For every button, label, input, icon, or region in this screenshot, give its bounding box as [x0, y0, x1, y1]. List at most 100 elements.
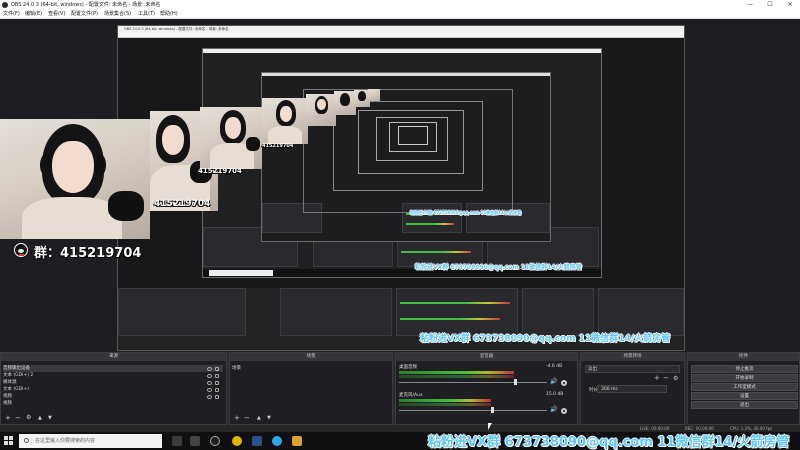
close-button[interactable]: ✕ — [780, 0, 800, 10]
group-number-text: 群：415219704 — [34, 246, 142, 261]
settings-button[interactable]: 设置 — [691, 392, 798, 400]
menu-scene-collection[interactable]: 场景集合(S) — [104, 10, 131, 19]
stop-streaming-button[interactable]: 停止推流 — [691, 365, 798, 373]
banner-text-tiny: 粘粉进VX群 673738090@qq.com 11微信群14/火箭房管 — [410, 210, 522, 215]
lock-icon[interactable] — [215, 395, 219, 399]
hair — [340, 93, 350, 106]
app-icon[interactable] — [252, 436, 262, 446]
move-up-icon[interactable]: ▲ — [257, 414, 261, 422]
volume-slider[interactable] — [399, 382, 547, 383]
source-item[interactable]: 视频 — [3, 400, 12, 407]
volume-meter — [399, 375, 514, 378]
hair — [358, 91, 366, 101]
program-preview[interactable]: OBS 24.0.3 (64-bit, windows) - 配置文件: 未命名… — [0, 19, 800, 352]
app-icon[interactable] — [190, 436, 200, 446]
volume-slider-knob[interactable] — [514, 379, 517, 385]
dock-area: 来源 音频输出设备 文本 (GDI+) 2 媒体源 文本 (GDI+) 视频 视… — [0, 352, 800, 425]
visibility-eye-icon[interactable] — [207, 374, 212, 378]
menu-help[interactable]: 帮助(H) — [160, 10, 178, 19]
move-down-icon[interactable]: ▼ — [267, 414, 271, 422]
scenes-header: 场景 — [230, 353, 392, 361]
volume-meter — [399, 403, 491, 406]
source-item[interactable]: 文本 (GDI+) — [3, 386, 29, 393]
channel-db: -4.6 dB — [546, 364, 563, 369]
banner-text-small: 粘粉进VX群 673738090@qq.com 11微信群14/火箭房管 — [415, 264, 582, 271]
move-up-icon[interactable]: ▲ — [38, 414, 42, 422]
banner-text-main: 粘粉进VX群 673738090@qq.com 11微信群14/火箭房管 — [428, 435, 790, 450]
move-down-icon[interactable]: ▼ — [48, 414, 52, 422]
file-explorer-icon[interactable] — [292, 436, 302, 446]
webcam-source — [0, 119, 150, 239]
menu-file[interactable]: 文件(F) — [3, 10, 20, 19]
controls-header: 控件 — [688, 353, 799, 361]
gear-icon[interactable]: ⚙ — [26, 414, 31, 422]
exit-button[interactable]: 退出 — [691, 401, 798, 409]
scene-transitions-dock: 场景转场 淡出 + − ⚙ 时长 300 ms — [580, 352, 685, 425]
menu-profile[interactable]: 配置文件(P) — [71, 10, 98, 19]
gear-icon[interactable] — [561, 408, 567, 414]
visibility-eye-icon[interactable] — [207, 381, 212, 385]
channel-name: 麦克风/Aux — [399, 393, 423, 398]
channel-db: 15.0 dB — [546, 392, 564, 397]
add-icon[interactable]: + — [5, 414, 11, 422]
scene-item[interactable]: 场景 — [232, 365, 241, 372]
minimize-button[interactable]: — — [740, 0, 760, 10]
volume-slider-knob[interactable] — [491, 407, 494, 413]
obs-taskbar-icon[interactable] — [210, 436, 220, 446]
nested-meter — [406, 223, 454, 225]
face — [162, 125, 184, 155]
channel-name: 桌面音频 — [399, 365, 417, 370]
sources-header: 来源 — [1, 353, 226, 361]
nested-search — [209, 270, 273, 276]
lock-icon[interactable] — [215, 388, 219, 392]
headphones-icon — [40, 154, 52, 176]
taskbar-search-box[interactable]: 在这里输入你要搜索的内容 — [19, 434, 162, 448]
source-item[interactable]: 文本 (GDI+) 2 — [3, 372, 33, 379]
source-item[interactable]: 媒体源 — [3, 379, 17, 386]
source-item[interactable]: 音频输出设备 — [3, 365, 223, 372]
visibility-eye-icon[interactable] — [207, 367, 212, 371]
banner-text-mid: 粘粉进VX群 673738090@qq.com 11微信群14/火箭房管 — [420, 334, 671, 344]
maximize-button[interactable]: ☐ — [760, 0, 780, 10]
lock-icon[interactable] — [215, 381, 219, 385]
visibility-eye-icon[interactable] — [207, 395, 212, 399]
menu-tools[interactable]: 工具(T) — [138, 10, 155, 19]
gear-icon[interactable] — [561, 380, 567, 386]
duration-input[interactable]: 300 ms — [597, 385, 667, 393]
gear-icon[interactable]: ⚙ — [673, 375, 678, 382]
volume-meter — [399, 399, 491, 402]
face — [317, 99, 326, 110]
taskbar-search-placeholder: 在这里输入你要搜索的内容 — [35, 438, 96, 444]
headphones-icon — [94, 154, 106, 176]
nested-controls-dock — [598, 288, 684, 336]
add-icon[interactable]: + — [654, 375, 660, 382]
app-icon[interactable] — [232, 436, 242, 446]
start-recording-button[interactable]: 开始录制 — [691, 374, 798, 382]
lock-icon[interactable] — [215, 374, 219, 378]
remove-icon[interactable]: − — [15, 414, 21, 422]
edge-browser-icon[interactable] — [272, 436, 282, 446]
source-item[interactable]: 视频 — [3, 393, 12, 400]
menu-edit[interactable]: 编辑(E) — [25, 10, 42, 19]
nested-title-3 — [262, 73, 550, 76]
obs-window: OBS 24.0.3 (64-bit, windows) - 配置文件: 未命名… — [0, 0, 800, 450]
speaker-icon[interactable]: 🔊 — [550, 379, 557, 385]
remove-icon[interactable]: − — [244, 414, 250, 422]
menu-view[interactable]: 查看(V) — [48, 10, 65, 19]
lock-icon[interactable] — [215, 367, 219, 371]
volume-slider[interactable] — [399, 410, 547, 411]
remove-icon[interactable]: − — [663, 375, 669, 382]
task-view-icon[interactable] — [172, 436, 182, 446]
studio-mode-button[interactable]: 工作室模式 — [691, 383, 798, 391]
nested-obs-window-9 — [398, 126, 428, 145]
speaker-icon[interactable]: 🔊 — [550, 407, 557, 413]
visibility-eye-icon[interactable] — [207, 388, 212, 392]
sources-toolbar: + − ⚙ ▲ ▼ — [5, 414, 65, 422]
windows-start-icon[interactable] — [4, 436, 14, 446]
volume-meter — [399, 371, 514, 374]
transition-select[interactable]: 淡出 — [585, 365, 680, 373]
add-icon[interactable]: + — [234, 414, 240, 422]
obs-logo-icon — [2, 2, 8, 8]
controls-dock: 控件 停止推流 开始录制 工作室模式 设置 退出 — [687, 352, 800, 425]
face — [225, 117, 241, 139]
